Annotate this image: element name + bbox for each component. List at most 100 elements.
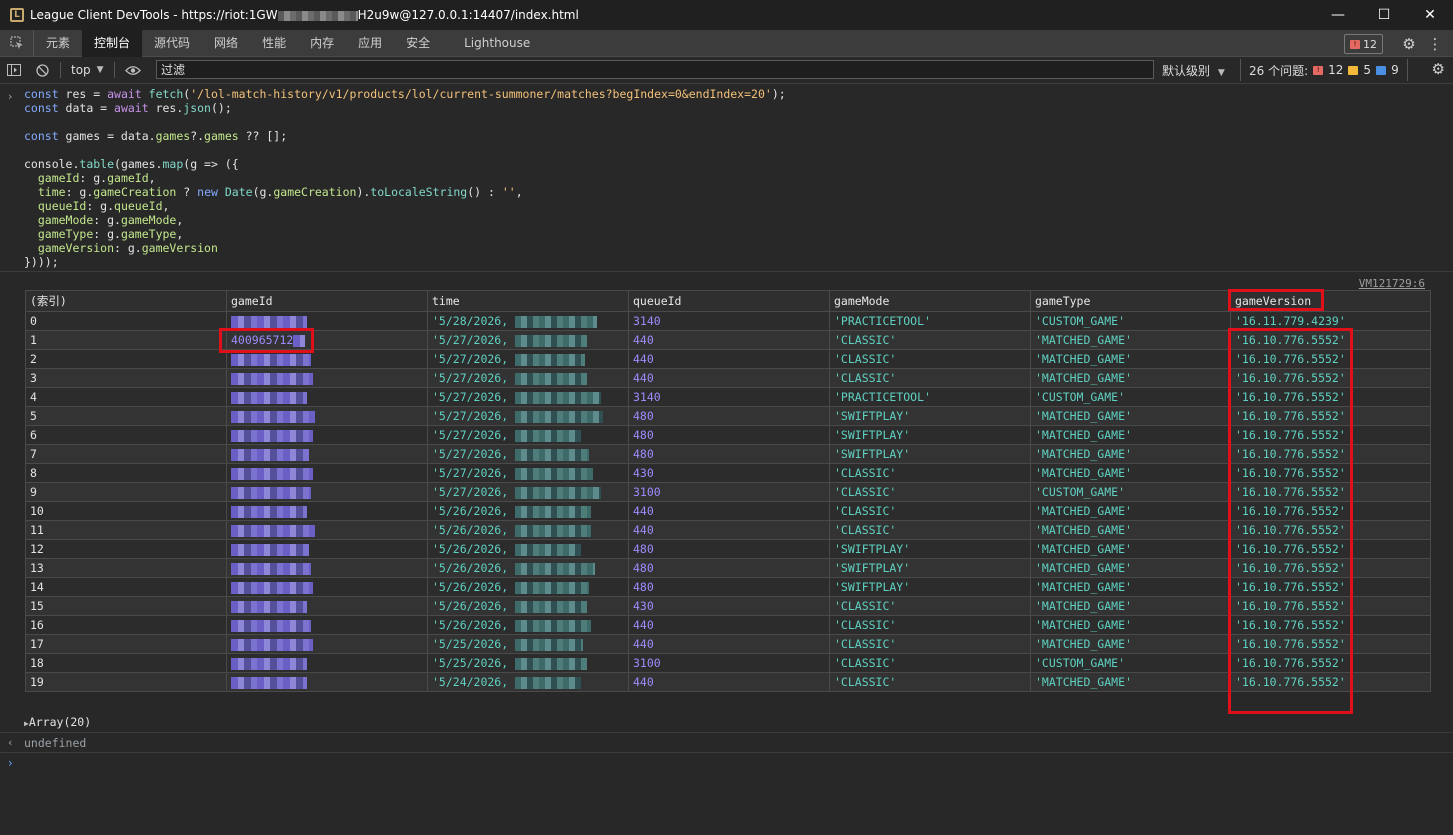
cell-gamemode: 'CLASSIC' — [829, 482, 1031, 502]
cell-gameid — [226, 653, 428, 673]
cell-time: '5/27/2026, — [427, 463, 629, 483]
cell-gameid: 400965712 — [226, 330, 428, 350]
cell-queueid: 3140 — [628, 311, 830, 331]
column-header-gamemode[interactable]: gameMode — [829, 290, 1031, 312]
minimize-button[interactable]: — — [1315, 0, 1361, 30]
redacted-value — [515, 505, 592, 518]
cell-gametype: 'MATCHED_GAME' — [1030, 444, 1231, 464]
cell-gameversion: '16.10.776.5552' — [1230, 615, 1431, 635]
sidebar-toggle-icon[interactable] — [0, 57, 28, 83]
console-settings-gear-icon[interactable]: ⚙ — [1432, 60, 1445, 78]
table-row: 14 '5/26/2026, 480 'SWIFTPLAY' 'MATCHED_GAM… — [25, 577, 1431, 597]
table-row: 4 '5/27/2026, 3140 'PRACTICETOOL' 'CUSTOM_G… — [25, 387, 1431, 407]
tab-network[interactable]: 网络 — [202, 30, 250, 57]
redacted-value — [231, 562, 311, 575]
cell-gametype: 'MATCHED_GAME' — [1030, 672, 1231, 692]
redacted-value — [515, 524, 592, 537]
console-input-prompt-icon[interactable]: › — [8, 756, 13, 770]
cell-queueid: 480 — [628, 444, 830, 464]
cell-time: '5/26/2026, — [427, 539, 629, 559]
cell-time: '5/26/2026, — [427, 520, 629, 540]
table-row: 19 '5/24/2026, 440 'CLASSIC' 'MATCHED_GAME'… — [25, 672, 1431, 692]
time-value: '5/27/2026, — [432, 352, 516, 366]
cell-gameversion: '16.11.779.4239' — [1230, 311, 1431, 331]
column-header-gameid[interactable]: gameId — [226, 290, 428, 312]
window-title: League Client DevTools - https://riot:1G… — [30, 8, 579, 22]
tab-console[interactable]: 控制台 — [82, 29, 143, 57]
filter-input[interactable] — [156, 60, 1154, 79]
redacted-value — [515, 353, 586, 366]
redacted-value — [515, 676, 582, 689]
inspect-element-icon[interactable] — [0, 29, 34, 57]
result-value: undefined — [24, 736, 87, 750]
cell-gamemode: 'CLASSIC' — [829, 672, 1031, 692]
issues-label: 26 个问题: — [1249, 63, 1309, 78]
context-select[interactable]: top ▼ — [65, 63, 110, 77]
cell-gametype: 'MATCHED_GAME' — [1030, 330, 1231, 350]
tab-memory[interactable]: 内存 — [298, 30, 346, 57]
source-link[interactable]: VM121729:6 — [1359, 277, 1425, 290]
issues-counter[interactable]: 26 个问题: ! 12 5 9 — [1240, 59, 1408, 81]
cell-gameid — [226, 311, 428, 331]
maximize-button[interactable]: ☐ — [1361, 0, 1407, 30]
more-options-icon[interactable]: ⋮ — [1425, 34, 1445, 54]
cell-gametype: 'MATCHED_GAME' — [1030, 349, 1231, 369]
warning-flag-icon — [1348, 65, 1359, 75]
column-header-index[interactable]: (索引) — [25, 290, 227, 312]
redacted-value — [231, 638, 313, 651]
redacted-value — [231, 600, 307, 613]
code-line: const res = await fetch('/lol-match-hist… — [24, 87, 786, 101]
code-line: queueId: g.queueId, — [37, 199, 170, 213]
cell-index: 8 — [25, 463, 227, 483]
log-levels-select[interactable]: 默认级别 ▼ — [1162, 62, 1225, 79]
tab-security[interactable]: 安全 — [394, 30, 442, 57]
column-header-time[interactable]: time — [427, 290, 629, 312]
column-header-gameversion[interactable]: gameVersion — [1230, 290, 1431, 312]
info-flag-icon — [1376, 65, 1387, 75]
table-row: 3 '5/27/2026, 440 'CLASSIC' 'MATCHED_GAME' '… — [25, 368, 1431, 388]
column-header-gametype[interactable]: gameType — [1030, 290, 1231, 312]
table-header-row: (索引) gameId time queueId gameMode gameTy… — [25, 290, 1431, 312]
tab-elements[interactable]: 元素 — [34, 30, 82, 57]
cell-gameversion: '16.10.776.5552' — [1230, 463, 1431, 483]
cell-gametype: 'MATCHED_GAME' — [1030, 463, 1231, 483]
settings-gear-icon[interactable]: ⚙ — [1399, 34, 1419, 54]
time-value: '5/24/2026, — [432, 675, 516, 689]
code-line: console.table(games.map(g => ({ — [24, 157, 239, 171]
cell-index: 7 — [25, 444, 227, 464]
close-button[interactable]: ✕ — [1407, 0, 1453, 30]
clear-console-icon[interactable] — [28, 57, 56, 83]
table-row: 10 '5/26/2026, 440 'CLASSIC' 'MATCHED_GAME'… — [25, 501, 1431, 521]
cell-gameversion: '16.10.776.5552' — [1230, 558, 1431, 578]
redacted-value — [515, 562, 596, 575]
time-value: '5/26/2026, — [432, 504, 516, 518]
cell-gamemode: 'CLASSIC' — [829, 501, 1031, 521]
cell-gamemode: 'CLASSIC' — [829, 653, 1031, 673]
cell-gameid — [226, 520, 428, 540]
cell-gameversion: '16.10.776.5552' — [1230, 425, 1431, 445]
message-divider — [0, 752, 1453, 753]
live-expression-eye-icon[interactable] — [119, 57, 147, 83]
cell-queueid: 440 — [628, 330, 830, 350]
table-row: 17 '5/25/2026, 440 'CLASSIC' 'MATCHED_GAME'… — [25, 634, 1431, 654]
redacted-value — [231, 676, 307, 689]
cell-queueid: 440 — [628, 501, 830, 521]
issues-badge-count: 12 — [1363, 37, 1377, 51]
issues-badge[interactable]: ! 12 — [1344, 34, 1383, 54]
time-value: '5/27/2026, — [432, 447, 516, 461]
cell-gameversion: '16.10.776.5552' — [1230, 653, 1431, 673]
tab-lighthouse[interactable]: Lighthouse — [452, 30, 542, 57]
tab-performance[interactable]: 性能 — [250, 30, 298, 57]
issues-blue-count: 9 — [1391, 63, 1399, 77]
column-header-queueid[interactable]: queueId — [628, 290, 830, 312]
array-expander[interactable]: ▶Array(20) — [24, 715, 91, 729]
cell-gametype: 'MATCHED_GAME' — [1030, 634, 1231, 654]
time-value: '5/27/2026, — [432, 485, 516, 499]
chevron-down-icon: ▼ — [96, 65, 104, 75]
tab-sources[interactable]: 源代码 — [142, 30, 202, 57]
cell-gameid — [226, 482, 428, 502]
tab-application[interactable]: 应用 — [346, 30, 394, 57]
time-value: '5/26/2026, — [432, 580, 516, 594]
